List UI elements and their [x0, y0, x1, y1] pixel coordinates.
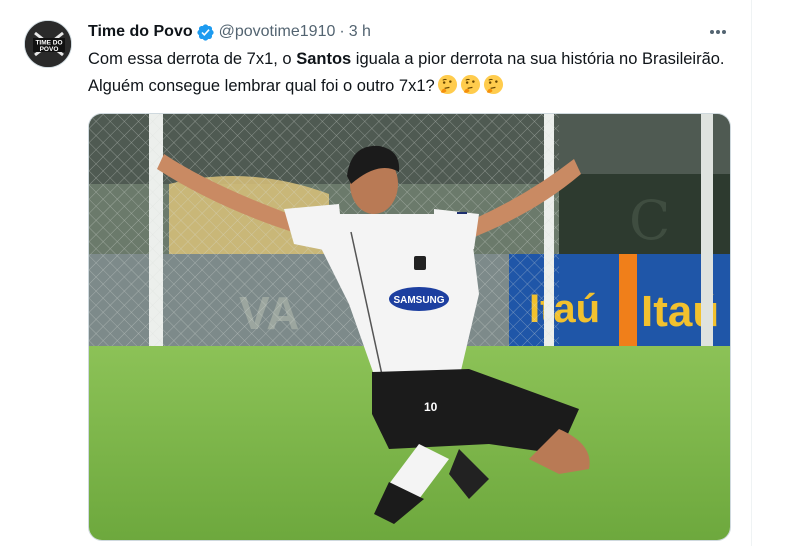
tweet-header: Time do Povo @povotime1910 · 3 h: [88, 20, 371, 44]
team-logo-icon: TIME DO POVO: [25, 21, 71, 67]
sponsor-text: SAMSUNG: [393, 295, 444, 306]
tweet-text-bold[interactable]: Santos: [296, 50, 351, 68]
column-divider: [751, 0, 752, 546]
tweet-card[interactable]: TIME DO POVO Time do Povo @povotime1910 …: [0, 0, 786, 546]
tweet-text-part1: Com essa derrota de 7x1, o: [88, 50, 297, 68]
author-handle[interactable]: @povotime1910: [219, 23, 336, 41]
thinking-face-icon: [460, 74, 481, 95]
separator-dot: ·: [339, 23, 345, 40]
tweet-text: Com essa derrota de 7x1, o Santos iguala…: [88, 46, 738, 100]
more-options-icon[interactable]: [706, 22, 730, 42]
svg-text:C: C: [629, 189, 670, 252]
tweet-photo[interactable]: C Itaú Itaú VA: [88, 113, 731, 541]
verified-badge-icon[interactable]: [196, 23, 215, 42]
logo-text-line2: POVO: [40, 46, 59, 53]
thinking-face-icon: [437, 74, 458, 95]
author-name[interactable]: Time do Povo: [88, 23, 193, 41]
shirt-number: 10: [424, 400, 438, 414]
thinking-face-icon: [483, 74, 504, 95]
avatar[interactable]: TIME DO POVO: [24, 20, 72, 68]
timestamp[interactable]: 3 h: [349, 23, 371, 41]
